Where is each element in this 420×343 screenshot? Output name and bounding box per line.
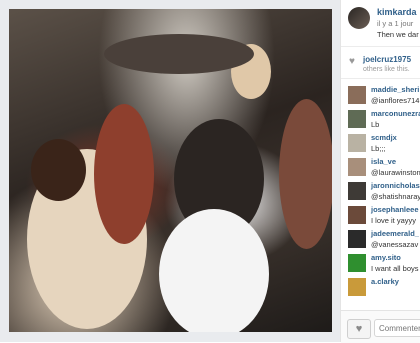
like-button[interactable]: ♥ (347, 319, 371, 339)
comment-text: Lb;;; (371, 144, 386, 153)
comment-username[interactable]: isla_ve (371, 157, 396, 166)
comment-item: jadeemerald_ @vanessazav (341, 228, 420, 251)
avatar[interactable] (348, 230, 366, 248)
comment-item: scmdjx Lb;;; (341, 132, 420, 155)
avatar[interactable] (348, 110, 366, 128)
likes-summary: ♥ joelcruz1975 others like this. (341, 52, 420, 79)
avatar[interactable] (348, 206, 366, 224)
comment-item: isla_ve @laurawinston (341, 156, 420, 179)
comment-item: a.clarky (341, 276, 420, 299)
photo-figure (159, 209, 269, 332)
comment-username[interactable]: jaronnicholas (371, 181, 420, 190)
likes-text: others like this. (363, 66, 410, 73)
comment-text: Lb (371, 120, 380, 129)
photo-figure (94, 104, 154, 244)
comment-username[interactable]: jadeemerald_ (371, 229, 419, 238)
comment-text: @ianflores714 (371, 96, 420, 105)
comment-footer: ♥ (341, 310, 420, 343)
comment-text: I love it yayyy (371, 216, 417, 225)
comment-username[interactable]: josephanleee (371, 205, 419, 214)
comment-text: @laurawinston (371, 168, 420, 177)
post-caption: Then we dar (377, 30, 419, 39)
comment-username[interactable]: a.clarky (371, 277, 399, 286)
post-header: kimkarda il y a 1 jour Then we dar (341, 0, 420, 47)
post-timestamp: il y a 1 jour (377, 19, 414, 28)
photo-frame (0, 0, 340, 342)
comment-text: @shatishnaray (371, 192, 420, 201)
avatar[interactable] (348, 7, 370, 29)
comment-item: amy.sito I want all boys (341, 252, 420, 275)
photo-figure (104, 34, 254, 74)
comment-text: I want all boys (371, 264, 419, 273)
comments-list: maddie_sheri @ianflores714 marconunezra … (341, 84, 420, 300)
photo-figure (31, 139, 86, 201)
comment-username[interactable]: maddie_sheri (371, 85, 419, 94)
comment-username[interactable]: amy.sito (371, 253, 401, 262)
comment-input[interactable] (374, 319, 420, 337)
comment-text: @vanessazav (371, 240, 419, 249)
likes-user-link[interactable]: joelcruz1975 (363, 55, 411, 64)
avatar[interactable] (348, 158, 366, 176)
comment-username[interactable]: scmdjx (371, 133, 397, 142)
avatar[interactable] (348, 278, 366, 296)
avatar[interactable] (348, 86, 366, 104)
comment-item: maddie_sheri @ianflores714 (341, 84, 420, 107)
post-photo[interactable] (9, 9, 332, 332)
avatar[interactable] (348, 254, 366, 272)
avatar[interactable] (348, 134, 366, 152)
heart-icon: ♥ (349, 56, 355, 67)
heart-icon: ♥ (355, 323, 363, 335)
comment-item: josephanleee I love it yayyy (341, 204, 420, 227)
comment-username[interactable]: marconunezra (371, 109, 420, 118)
post-username[interactable]: kimkarda (377, 7, 417, 17)
post-sidebar: kimkarda il y a 1 jour Then we dar ♥ joe… (340, 0, 420, 343)
comment-item: jaronnicholas @shatishnaray (341, 180, 420, 203)
comment-item: marconunezra Lb (341, 108, 420, 131)
photo-figure (279, 99, 332, 249)
avatar[interactable] (348, 182, 366, 200)
